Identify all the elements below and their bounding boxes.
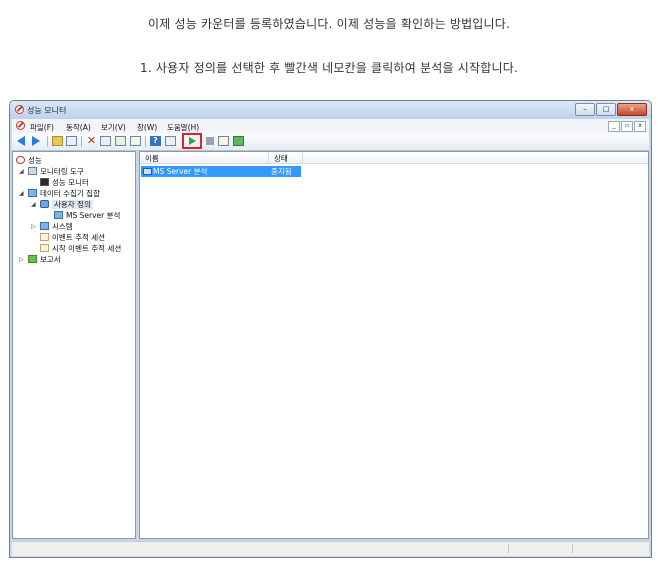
monitoring-tools-icon bbox=[28, 167, 37, 175]
folder-up-icon[interactable] bbox=[52, 136, 63, 146]
window-close-button[interactable]: x bbox=[617, 103, 647, 116]
status-bar bbox=[12, 541, 649, 556]
start-highlight-box[interactable] bbox=[182, 133, 202, 149]
status-bar-divider bbox=[572, 544, 573, 554]
view-icon[interactable] bbox=[165, 136, 176, 146]
tree-item-label: 데이터 수집기 집합 bbox=[40, 189, 100, 198]
tree-item-monitoring-tools[interactable]: 모니터링 도구 bbox=[28, 166, 84, 177]
event-trace-icon bbox=[40, 233, 49, 241]
column-divider[interactable] bbox=[302, 152, 303, 163]
toolbar-separator bbox=[47, 136, 48, 147]
start-icon[interactable] bbox=[189, 137, 196, 145]
performance-monitor-icon bbox=[40, 178, 49, 186]
instruction-caption-intro: 이제 성능 카운터를 등록하였습니다. 이제 성능을 확인하는 방법입니다. bbox=[147, 17, 511, 31]
collapse-icon[interactable]: ◢ bbox=[19, 188, 24, 199]
performance-monitor-window: 성능 모니터 – □ x 파일(F) 동작(A) 보기(V) 창(W) 도움말(… bbox=[9, 100, 652, 558]
help-icon[interactable]: ? bbox=[150, 136, 161, 146]
list-item-name: MS Server 분석 bbox=[153, 167, 208, 176]
data-collector-icon bbox=[28, 189, 37, 197]
delete-icon[interactable]: ✕ bbox=[86, 135, 97, 146]
toolbar: ✕ ? bbox=[12, 133, 649, 151]
window-minimize-button[interactable]: – bbox=[575, 103, 595, 116]
menu-action[interactable]: 동작(A) bbox=[66, 122, 91, 133]
child-minimize-button[interactable]: _ bbox=[608, 121, 620, 132]
tree-item-label: 이벤트 추적 세션 bbox=[52, 233, 106, 242]
tree-item-label: 보고서 bbox=[40, 255, 61, 264]
tree-item-label: 성능 bbox=[28, 156, 42, 165]
instruction-caption-step1: 1. 사용자 정의를 선택한 후 빨간색 네모칸을 클릭하여 분석을 시작합니다… bbox=[140, 61, 518, 75]
menu-help[interactable]: 도움말(H) bbox=[167, 122, 199, 133]
collector-set-icon bbox=[54, 211, 63, 219]
column-divider[interactable] bbox=[268, 152, 269, 163]
report-icon[interactable] bbox=[233, 136, 244, 146]
tree-item-user-defined[interactable]: 사용자 정의 bbox=[40, 199, 93, 210]
child-close-button[interactable]: x bbox=[634, 121, 646, 132]
column-header-status[interactable]: 상태 bbox=[274, 153, 288, 164]
window-maximize-button[interactable]: □ bbox=[596, 103, 616, 116]
collector-set-icon bbox=[143, 168, 152, 175]
show-hide-tree-icon[interactable] bbox=[66, 136, 77, 146]
tree-item-label: 시작 이벤트 추적 세션 bbox=[52, 244, 122, 253]
expand-icon[interactable]: ▷ bbox=[19, 254, 24, 265]
reports-icon bbox=[28, 255, 37, 263]
list-header: 이름 상태 bbox=[140, 152, 648, 164]
performance-app-icon bbox=[15, 105, 24, 114]
toolbar-separator bbox=[81, 136, 82, 147]
back-icon[interactable] bbox=[17, 136, 25, 146]
tree-item-label: 모니터링 도구 bbox=[40, 167, 84, 176]
system-icon bbox=[40, 222, 49, 230]
tree-item-label: 성능 모니터 bbox=[52, 178, 89, 187]
collapse-icon[interactable]: ◢ bbox=[31, 199, 36, 210]
menu-file[interactable]: 파일(F) bbox=[30, 122, 54, 133]
properties-icon[interactable] bbox=[100, 136, 111, 146]
tree-item-performance-monitor[interactable]: 성능 모니터 bbox=[40, 177, 89, 188]
child-restore-button[interactable]: ▫ bbox=[621, 121, 633, 132]
forward-icon[interactable] bbox=[32, 136, 40, 146]
tree-item-label: 시스템 bbox=[52, 222, 73, 231]
user-defined-icon bbox=[40, 200, 49, 208]
tree-item-event-trace-sessions[interactable]: 이벤트 추적 세션 bbox=[40, 232, 105, 243]
tree-item-ms-server-analysis[interactable]: MS Server 분석 bbox=[54, 210, 120, 221]
refresh-icon[interactable] bbox=[115, 136, 126, 146]
startup-event-trace-icon bbox=[40, 244, 49, 252]
tree-item-data-collector-sets[interactable]: 데이터 수집기 집합 bbox=[28, 188, 100, 199]
list-item[interactable]: MS Server 분석 중지됨 bbox=[141, 166, 301, 177]
title-bar[interactable]: 성능 모니터 – □ x bbox=[10, 101, 651, 119]
performance-icon bbox=[16, 156, 25, 164]
expand-icon[interactable]: ▷ bbox=[31, 221, 36, 232]
tree-item-label: MS Server 분석 bbox=[66, 211, 121, 220]
tree-item-startup-event-trace-sessions[interactable]: 시작 이벤트 추적 세션 bbox=[40, 243, 121, 254]
navigation-tree: 성능 ◢ 모니터링 도구 성능 모니터 ◢ 데이터 수집기 집합 ◢ 사용자 정… bbox=[12, 151, 136, 539]
menu-bar: 파일(F) 동작(A) 보기(V) 창(W) 도움말(H) _ ▫ x bbox=[12, 119, 649, 134]
new-icon[interactable] bbox=[218, 136, 229, 146]
tree-item-performance[interactable]: 성능 bbox=[16, 155, 42, 166]
collector-list: 이름 상태 MS Server 분석 중지됨 bbox=[139, 151, 649, 539]
column-header-name[interactable]: 이름 bbox=[145, 153, 159, 164]
toolbar-separator bbox=[145, 136, 146, 147]
collapse-icon[interactable]: ◢ bbox=[19, 166, 24, 177]
tree-item-reports[interactable]: 보고서 bbox=[28, 254, 61, 265]
list-item-status: 중지됨 bbox=[271, 167, 292, 176]
stop-icon[interactable] bbox=[206, 137, 214, 145]
menu-view[interactable]: 보기(V) bbox=[101, 122, 126, 133]
tree-item-label: 사용자 정의 bbox=[52, 200, 93, 209]
status-bar-divider bbox=[508, 544, 509, 554]
export-icon[interactable] bbox=[130, 136, 141, 146]
tree-item-system[interactable]: 시스템 bbox=[40, 221, 73, 232]
menu-window[interactable]: 창(W) bbox=[137, 122, 157, 133]
menu-app-icon[interactable] bbox=[16, 121, 25, 130]
window-title: 성능 모니터 bbox=[27, 106, 67, 115]
